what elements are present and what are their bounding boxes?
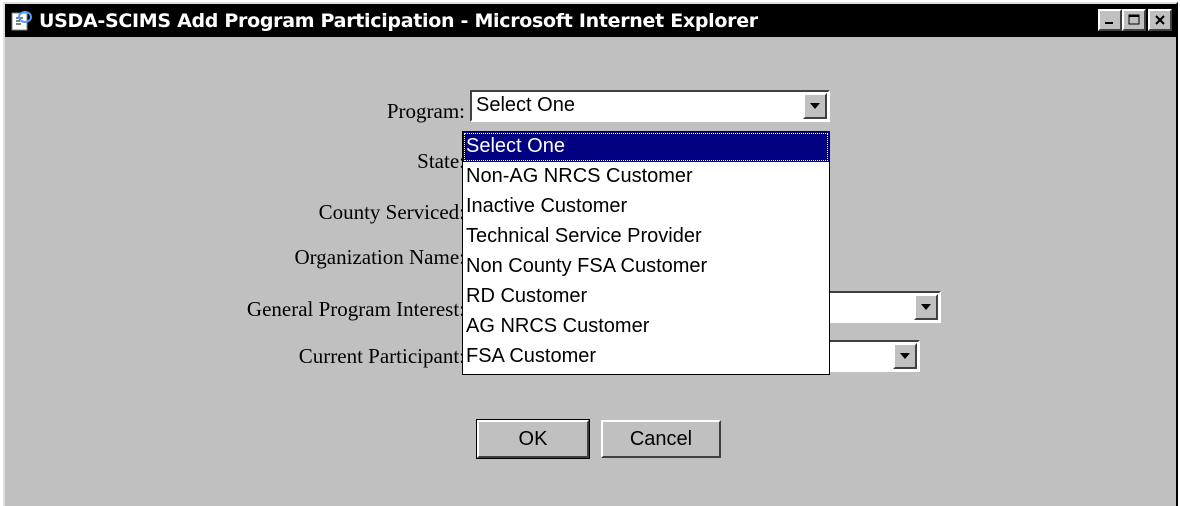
window-controls: [1098, 9, 1172, 31]
county-serviced-label: County Serviced:: [318, 200, 465, 224]
chevron-down-icon[interactable]: [914, 294, 938, 320]
maximize-icon[interactable]: [1122, 9, 1146, 31]
state-label: State:: [417, 149, 465, 173]
title-bar[interactable]: USDA-SCIMS Add Program Participation - M…: [5, 4, 1176, 37]
ok-button[interactable]: OK: [476, 419, 590, 459]
general-program-interest-label: General Program Interest:: [246, 297, 465, 321]
window-title: USDA-SCIMS Add Program Participation - M…: [39, 9, 758, 32]
dropdown-option[interactable]: Inactive Customer: [463, 192, 829, 222]
dialog-content: Program: State: County Serviced: Organiz…: [5, 37, 1176, 506]
chevron-down-icon[interactable]: [893, 343, 917, 369]
cancel-button[interactable]: Cancel: [601, 420, 721, 458]
dropdown-option[interactable]: FSA Customer: [463, 342, 829, 372]
current-participant-label: Current Participant:: [298, 344, 465, 368]
dropdown-option[interactable]: Non County FSA Customer: [463, 252, 829, 282]
dropdown-option[interactable]: Technical Service Provider: [463, 222, 829, 252]
dropdown-option[interactable]: AG NRCS Customer: [463, 312, 829, 342]
browser-window: USDA-SCIMS Add Program Participation - M…: [3, 2, 1178, 506]
close-icon[interactable]: [1148, 9, 1172, 31]
organization-name-label: Organization Name:: [294, 245, 465, 269]
program-label: Program:: [386, 99, 465, 123]
program-select[interactable]: Select One: [470, 90, 830, 122]
minimize-icon[interactable]: [1098, 9, 1122, 31]
ie-page-icon: [9, 9, 33, 33]
dropdown-option[interactable]: RD Customer: [463, 282, 829, 312]
program-dropdown-list: Select One Non-AG NRCS Customer Inactive…: [462, 131, 830, 375]
program-select-value: Select One: [476, 94, 575, 116]
dropdown-option[interactable]: Select One: [463, 132, 829, 162]
dropdown-option[interactable]: Non-AG NRCS Customer: [463, 162, 829, 192]
chevron-down-icon[interactable]: [803, 93, 827, 119]
